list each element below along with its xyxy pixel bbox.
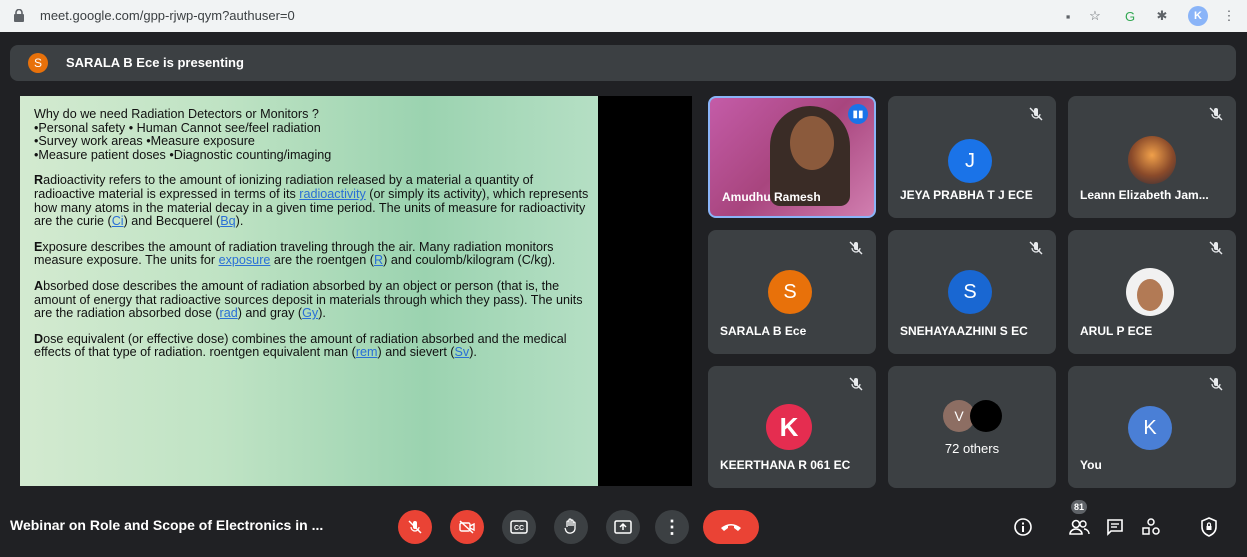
menu-dots-icon[interactable]: ⋮ xyxy=(1219,6,1239,26)
presentation-stage[interactable]: Why do we need Radiation Detectors or Mo… xyxy=(20,96,692,486)
slide-bullet: •Personal safety • Human Cannot see/feel… xyxy=(34,120,321,135)
paragraph-dose-equivalent: Dose equivalent (or effective dose) comb… xyxy=(34,331,567,360)
slide-text: Why do we need Radiation Detectors or Mo… xyxy=(34,107,594,372)
leave-call-button[interactable] xyxy=(703,510,759,544)
participant-tile-leann[interactable]: Leann Elizabeth Jam... xyxy=(1068,96,1236,218)
mic-off-icon xyxy=(1209,377,1223,391)
mic-off-icon xyxy=(849,377,863,391)
participant-tile-jeya[interactable]: J JEYA PRABHA T J ECE xyxy=(888,96,1056,218)
meeting-title: Webinar on Role and Scope of Electronics… xyxy=(10,517,324,533)
participant-tile-amudhu[interactable]: ▮▮ Amudhu Ramesh xyxy=(708,96,876,218)
link-rem[interactable]: rem xyxy=(356,345,378,360)
link-r[interactable]: R xyxy=(374,253,383,268)
meeting-controls-bar: Webinar on Role and Scope of Electronics… xyxy=(0,496,1247,557)
meeting-details-button[interactable] xyxy=(1010,514,1036,540)
address-bar-url[interactable]: meet.google.com/gpp-rjwp-qym?authuser=0 xyxy=(40,8,295,23)
participant-tile-you[interactable]: K You xyxy=(1068,366,1236,488)
participant-tile-snehayaazhini[interactable]: S SNEHAYAAZHINI S EC xyxy=(888,230,1056,354)
people-count-badge: 81 xyxy=(1071,500,1087,514)
slide-bullet: •Survey work areas •Measure exposure xyxy=(34,134,255,149)
browser-toolbar: meet.google.com/gpp-rjwp-qym?authuser=0 … xyxy=(0,0,1247,32)
link-radioactivity[interactable]: radioactivity xyxy=(299,187,366,201)
captions-button[interactable]: CC xyxy=(502,510,536,544)
participant-tile-sarala[interactable]: S SARALA B Ece xyxy=(708,230,876,354)
profile-avatar[interactable]: K xyxy=(1188,6,1208,26)
shield-lock-icon xyxy=(1201,517,1217,537)
paragraph-radioactivity: Radioactivity refers to the amount of io… xyxy=(34,173,589,229)
others-tile[interactable]: V 72 others xyxy=(888,366,1056,488)
link-exposure[interactable]: exposure xyxy=(219,253,271,268)
chat-button[interactable] xyxy=(1102,514,1128,540)
svg-text:CC: CC xyxy=(514,525,524,532)
mic-off-icon xyxy=(1029,241,1043,255)
mic-off-icon xyxy=(1209,241,1223,255)
paragraph-absorbed-dose: Absorbed dose describes the amount of ra… xyxy=(34,278,583,321)
camera-icon[interactable]: ▪ xyxy=(1058,6,1078,26)
link-sv[interactable]: Sv xyxy=(455,345,470,360)
others-avatar xyxy=(970,400,1002,432)
info-icon xyxy=(1014,518,1032,536)
camera-toggle-button[interactable] xyxy=(450,510,484,544)
participant-avatar: K xyxy=(766,404,812,450)
present-icon xyxy=(614,520,632,534)
star-icon[interactable]: ☆ xyxy=(1085,6,1105,26)
participant-avatar: K xyxy=(1128,406,1172,450)
participant-tile-arul[interactable]: ARUL P ECE xyxy=(1068,230,1236,354)
hand-icon xyxy=(564,518,576,534)
captions-icon: CC xyxy=(510,520,528,534)
mic-toggle-button[interactable] xyxy=(398,510,432,544)
mic-off-icon xyxy=(1209,107,1223,121)
extension-g-icon[interactable]: G xyxy=(1120,6,1140,26)
link-gy[interactable]: Gy xyxy=(302,306,318,320)
participant-avatar: S xyxy=(948,270,992,314)
more-options-button[interactable]: ⋮ xyxy=(655,510,689,544)
mic-off-icon xyxy=(1029,107,1043,121)
presenter-avatar: S xyxy=(28,53,48,73)
participant-avatar: S xyxy=(768,270,812,314)
puzzle-icon[interactable]: ✱ xyxy=(1152,6,1172,26)
slide-bullet: •Measure patient doses •Diagnostic count… xyxy=(34,147,332,162)
participant-name: ARUL P ECE xyxy=(1080,324,1153,338)
participant-avatar xyxy=(1126,268,1174,316)
participant-name: You xyxy=(1080,458,1102,472)
participant-tile-keerthana[interactable]: K KEERTHANA R 061 EC xyxy=(708,366,876,488)
slide: Why do we need Radiation Detectors or Mo… xyxy=(20,96,598,486)
link-ci[interactable]: Ci xyxy=(112,214,124,228)
slide-heading: Why do we need Radiation Detectors or Mo… xyxy=(34,107,319,121)
activities-button[interactable] xyxy=(1138,514,1164,540)
camera-off-icon xyxy=(459,520,475,534)
mic-off-icon xyxy=(408,520,422,534)
people-icon xyxy=(1069,519,1090,535)
more-vert-icon: ⋮ xyxy=(663,516,681,537)
participant-name: KEERTHANA R 061 EC xyxy=(720,458,851,472)
presenting-label: SARALA B Ece is presenting xyxy=(66,55,244,70)
people-button[interactable] xyxy=(1066,514,1092,540)
speaking-indicator-icon: ▮▮ xyxy=(848,104,868,124)
mic-off-icon xyxy=(849,241,863,255)
participant-name: SNEHAYAAZHINI S EC xyxy=(900,324,1028,338)
link-rad[interactable]: rad xyxy=(220,306,238,320)
participant-name: SARALA B Ece xyxy=(720,324,807,338)
chat-icon xyxy=(1107,519,1123,536)
link-bq[interactable]: Bq xyxy=(220,214,235,228)
participant-avatar xyxy=(1128,136,1176,184)
participant-name: Leann Elizabeth Jam... xyxy=(1080,188,1209,202)
participant-avatar: J xyxy=(948,139,992,183)
participant-name: JEYA PRABHA T J ECE xyxy=(900,188,1033,202)
participant-name: Amudhu Ramesh xyxy=(722,190,821,204)
lock-icon xyxy=(14,9,24,22)
paragraph-exposure: Exposure describes the amount of radiati… xyxy=(34,239,556,268)
others-count-label: 72 others xyxy=(944,441,1000,456)
raise-hand-button[interactable] xyxy=(554,510,588,544)
host-controls-button[interactable] xyxy=(1196,514,1222,540)
presenting-bar: S SARALA B Ece is presenting xyxy=(10,45,1236,81)
activities-icon xyxy=(1142,518,1160,535)
present-screen-button[interactable] xyxy=(606,510,640,544)
phone-hangup-icon xyxy=(721,524,741,531)
